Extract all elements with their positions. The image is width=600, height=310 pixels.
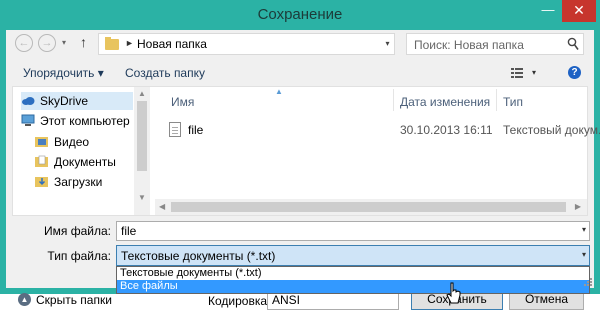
breadcrumb-folder[interactable]: Новая папка xyxy=(137,37,207,51)
new-folder-button[interactable]: Создать папку xyxy=(125,66,205,80)
chevron-down-icon[interactable]: ▾ xyxy=(582,250,586,259)
search-placeholder: Поиск: Новая папка xyxy=(414,38,524,52)
breadcrumb-separator-icon[interactable]: ► xyxy=(125,38,134,48)
close-button[interactable]: ✕ xyxy=(562,0,596,22)
scroll-right-icon[interactable]: ▶ xyxy=(575,202,581,211)
scrollbar-thumb[interactable] xyxy=(137,101,147,171)
scroll-down-icon[interactable]: ▼ xyxy=(138,193,146,202)
scrollbar-thumb[interactable] xyxy=(171,202,566,212)
file-row[interactable]: file 30.10.2013 16:11 Текстовый докум... xyxy=(169,119,600,141)
downloads-folder-icon xyxy=(35,177,48,187)
filetype-option[interactable]: Текстовые документы (*.txt) xyxy=(117,267,589,280)
back-button[interactable]: ← xyxy=(15,34,33,52)
sidebar-item-skydrive[interactable]: SkyDrive xyxy=(21,92,133,110)
recent-locations-dropdown[interactable]: ▾ xyxy=(62,38,66,47)
resize-grip-icon[interactable] xyxy=(582,276,592,286)
address-bar[interactable]: ► Новая папка xyxy=(98,33,394,55)
organize-button[interactable]: Упорядочить ▾ xyxy=(23,66,104,80)
filetype-dropdown-list: Текстовые документы (*.txt) Все файлы xyxy=(116,266,590,294)
column-header-type[interactable]: Тип xyxy=(503,95,523,109)
filename-label: Имя файла: xyxy=(44,224,111,238)
chevron-down-icon[interactable]: ▾ xyxy=(582,225,586,234)
hide-folders-label: Скрыть папки xyxy=(36,293,112,307)
view-options-icon[interactable] xyxy=(511,68,523,78)
filetype-value: Текстовые документы (*.txt) xyxy=(121,249,276,263)
text-file-icon xyxy=(169,122,181,137)
filetype-select[interactable]: Текстовые документы (*.txt) ▾ xyxy=(116,245,590,266)
cloud-icon xyxy=(22,97,35,105)
file-list-scrollbar[interactable]: ◀ ▶ xyxy=(155,199,587,215)
search-icon[interactable] xyxy=(567,37,579,51)
filename-value: file xyxy=(121,224,137,238)
view-dropdown-button[interactable]: ▾ xyxy=(532,68,536,77)
file-type: Текстовый докум... xyxy=(503,123,600,137)
forward-button[interactable]: → xyxy=(38,34,56,52)
file-date: 30.10.2013 16:11 xyxy=(400,123,493,137)
title-bar[interactable]: Сохранение — ✕ xyxy=(0,0,600,30)
save-dialog-window: Сохранение — ✕ ← → ▾ ↑ ► Новая папка ▾ П… xyxy=(0,0,600,310)
filetype-option-highlighted[interactable]: Все файлы xyxy=(117,280,589,293)
sidebar-item-label: Этот компьютер xyxy=(40,114,130,128)
filetype-label: Тип файла: xyxy=(47,249,111,263)
computer-icon xyxy=(21,114,35,126)
address-dropdown-button[interactable]: ▾ xyxy=(381,33,395,55)
window-title: Сохранение xyxy=(257,6,343,23)
search-input[interactable]: Поиск: Новая папка xyxy=(406,33,584,55)
column-divider[interactable] xyxy=(393,89,394,111)
column-header-name[interactable]: Имя xyxy=(171,95,194,109)
video-folder-icon xyxy=(35,137,48,147)
scroll-left-icon[interactable]: ◀ xyxy=(159,202,165,211)
sidebar-item-label: Видео xyxy=(54,135,90,149)
column-header-date[interactable]: Дата изменения xyxy=(400,95,490,109)
sidebar-item-label: SkyDrive xyxy=(40,94,89,108)
sidebar-item-label: Документы xyxy=(54,155,116,169)
file-name: file xyxy=(188,123,204,137)
documents-folder-icon xyxy=(35,155,48,167)
encoding-value: ANSI xyxy=(272,293,301,307)
minimize-button[interactable]: — xyxy=(535,0,561,22)
chevron-up-icon: ▲ xyxy=(18,293,31,306)
sort-ascending-icon: ▲ xyxy=(275,87,283,96)
encoding-label: Кодировка: xyxy=(208,294,271,308)
file-list: ▲ Имя Дата изменения Тип file 30.10.2013… xyxy=(155,87,600,215)
help-icon[interactable]: ? xyxy=(568,66,581,79)
scroll-up-icon[interactable]: ▲ xyxy=(138,89,146,98)
mouse-cursor-icon xyxy=(446,282,461,304)
navigation-pane: SkyDrive Этот компьютер Видео Документы … xyxy=(13,87,133,215)
column-divider[interactable] xyxy=(496,89,497,111)
browser-pane: SkyDrive Этот компьютер Видео Документы … xyxy=(12,86,600,216)
dialog-body: ← → ▾ ↑ ► Новая папка ▾ Поиск: Новая пап… xyxy=(6,30,600,310)
sidebar-scrollbar[interactable]: ▲ ▼ xyxy=(134,87,150,215)
up-button[interactable]: ↑ xyxy=(80,34,87,50)
filename-input[interactable]: file ▾ xyxy=(116,221,590,241)
sidebar-item-label: Загрузки xyxy=(54,175,103,189)
command-bar: Упорядочить ▾ Создать папку ▾ ? xyxy=(6,60,594,84)
navigation-bar: ← → ▾ ↑ ► Новая папка ▾ Поиск: Новая пап… xyxy=(6,30,594,58)
folder-icon xyxy=(105,37,119,50)
